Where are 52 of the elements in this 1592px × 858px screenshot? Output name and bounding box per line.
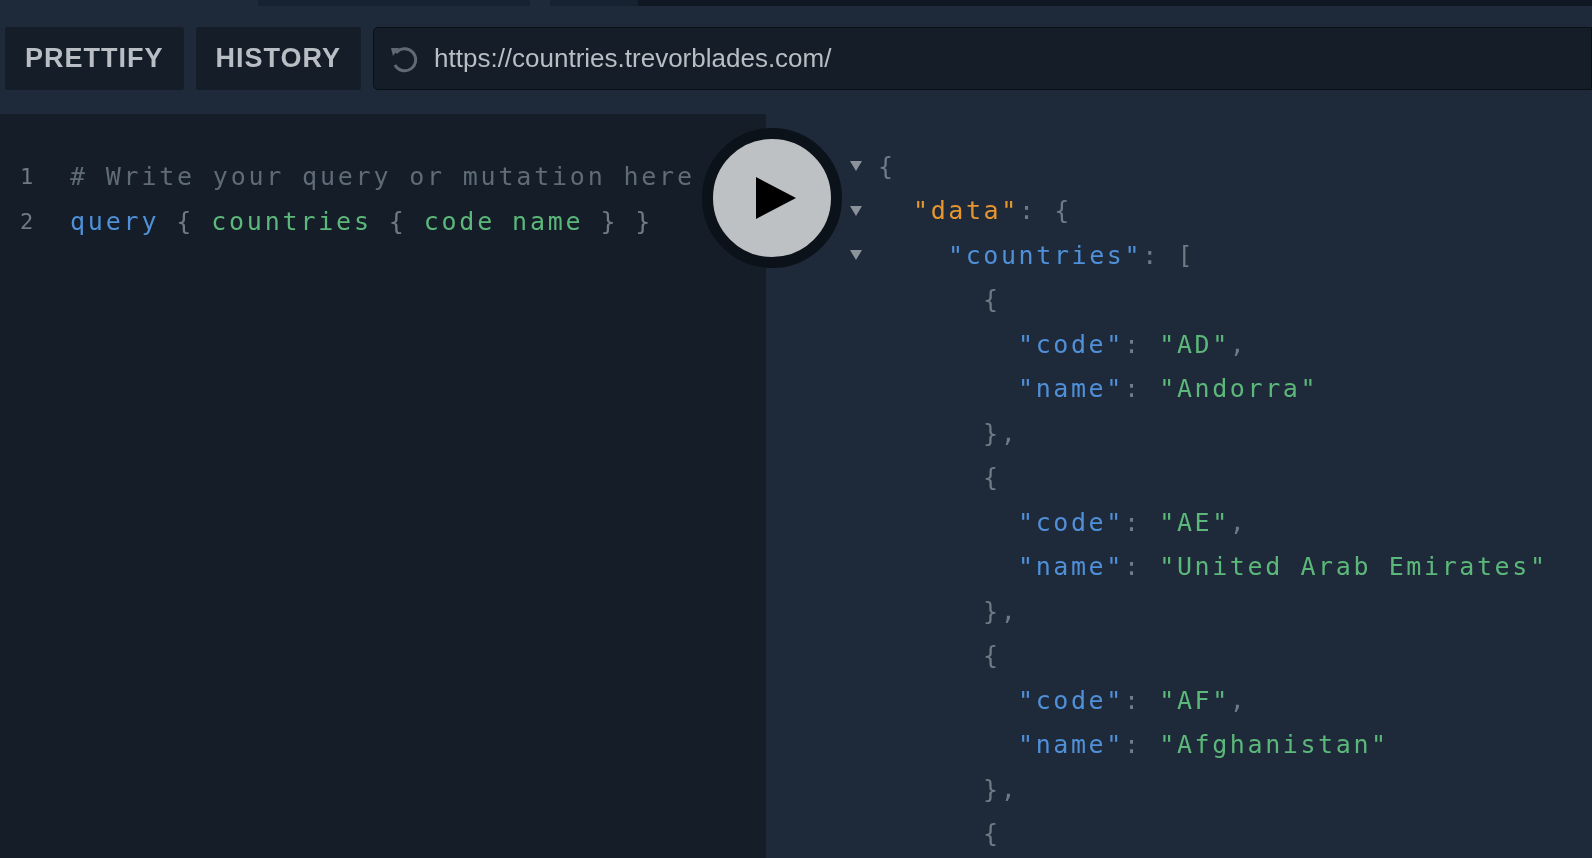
code-token: } — [600, 205, 619, 238]
code-token: }, — [983, 417, 1019, 450]
code-token: : — [1123, 551, 1143, 583]
code-token: "name" — [1018, 729, 1124, 761]
code-token: , — [1229, 506, 1248, 539]
code-token: , — [1229, 684, 1248, 717]
code-token: { — [983, 462, 1001, 494]
code-token: "AE" — [1159, 506, 1230, 539]
query-editor[interactable]: 1 # Write your query or mutation here 2 query { countries { code name } } — [0, 114, 766, 858]
toolbar-button[interactable]: PRETTIFY — [5, 27, 184, 90]
code-token: "code" — [1018, 506, 1124, 539]
toolbar-button[interactable]: HISTORY — [195, 27, 362, 90]
code-token: { — [983, 818, 1001, 850]
code-token: code — [423, 205, 496, 238]
code-token: { — [388, 205, 407, 238]
code-token: { — [983, 284, 1001, 316]
code-token: : { — [1018, 195, 1072, 227]
line-number: 2 — [19, 208, 38, 236]
code-token: : — [1123, 506, 1143, 539]
code-token: : — [1123, 373, 1143, 405]
code-token: query — [70, 205, 160, 238]
code-token: : — [1123, 684, 1143, 717]
collapse-toggle-icon[interactable] — [850, 161, 862, 172]
code-token: : — [1123, 328, 1143, 361]
line-number: 1 — [19, 163, 38, 191]
endpoint-field[interactable]: https://countries.trevorblades.com/ — [373, 27, 1592, 90]
code-token: "United Arab Emirates" — [1159, 551, 1548, 583]
code-token: , — [1229, 328, 1248, 361]
code-token: }, — [983, 773, 1019, 806]
code-token: : [ — [1142, 239, 1196, 272]
code-token: : — [1123, 729, 1143, 761]
code-token: "name" — [1018, 373, 1124, 405]
code-token: "AF" — [1159, 684, 1230, 717]
code-token: "data" — [913, 195, 1019, 227]
code-token: name — [512, 205, 584, 238]
code-token: countries — [211, 205, 372, 238]
code-token: { — [878, 150, 896, 183]
code-token: "Afghanistan" — [1159, 729, 1389, 761]
collapse-toggle-icon[interactable] — [850, 250, 862, 261]
code-token: "AD" — [1159, 328, 1230, 361]
code-token: # Write your query or mutation here — [70, 160, 695, 193]
code-token: "name" — [1018, 551, 1124, 583]
endpoint-url: https://countries.trevorblades.com/ — [434, 42, 832, 75]
code-token: "Andorra" — [1159, 373, 1319, 405]
code-token: } — [635, 205, 654, 238]
play-icon — [756, 177, 796, 219]
code-token: { — [983, 640, 1001, 672]
code-token: "countries" — [948, 239, 1143, 272]
code-token: }, — [983, 595, 1019, 628]
code-token: { — [176, 205, 195, 238]
code-token: "code" — [1018, 328, 1124, 361]
code-token: "code" — [1018, 684, 1124, 717]
